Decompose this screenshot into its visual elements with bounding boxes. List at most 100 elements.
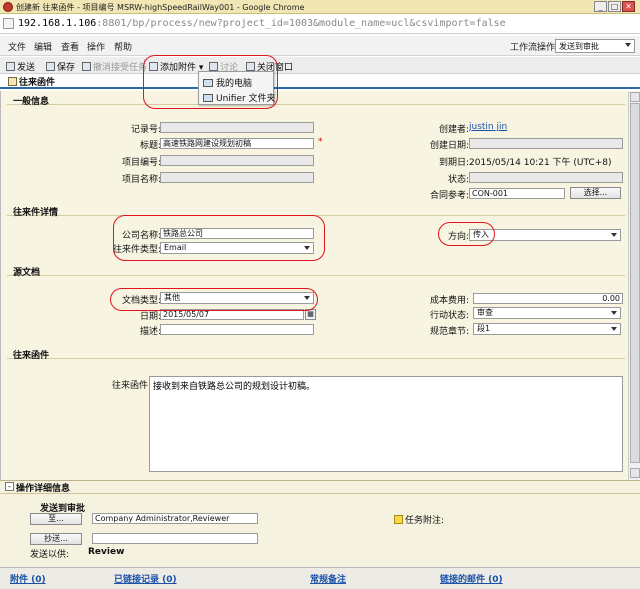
panel-divider — [0, 493, 640, 494]
project-no-label: 项目编号: — [121, 158, 161, 168]
cc-field[interactable] — [92, 533, 258, 544]
spec-select[interactable]: 段1 — [473, 323, 621, 335]
toolbar-divider — [144, 59, 145, 72]
chevron-down-icon — [611, 311, 617, 315]
note-icon — [394, 515, 403, 524]
cancel-task-button[interactable]: 撤消接受任务 — [82, 60, 147, 73]
task-note[interactable]: 任务附注: — [394, 513, 444, 526]
action-status-select[interactable]: 审查 — [473, 307, 621, 319]
direction-label: 方向: — [447, 232, 469, 242]
linked-records-link[interactable]: 已链接记录 (0) — [114, 572, 177, 585]
title-field[interactable]: 高速铁路网建设规划初稿 — [160, 138, 314, 149]
source-doc-section: 源文档 文档类型: 其他 日期: 2015/05/07 ▦ 描述: 成本费用: … — [7, 268, 625, 341]
add-attachment-button[interactable]: 添加附件 ▾ — [149, 60, 203, 73]
chevron-down-icon — [625, 43, 631, 47]
discussion-icon — [209, 62, 218, 71]
menu-edit[interactable]: 编辑 — [34, 40, 52, 53]
title-label: 标题: — [139, 141, 161, 151]
detail-header: 往来件详情 — [13, 208, 59, 218]
cc-button[interactable]: 抄送... — [30, 533, 82, 545]
folder-icon — [8, 77, 17, 86]
company-field[interactable]: 铁路总公司 — [160, 228, 314, 239]
close-icon[interactable]: ✕ — [622, 1, 635, 12]
menu-view[interactable]: 查看 — [61, 40, 79, 53]
letter-label: 往来函件: — [111, 381, 151, 391]
minimize-icon[interactable]: _ — [594, 1, 607, 12]
doctype-label: 文档类型: — [121, 296, 161, 306]
company-label: 公司名称: — [121, 231, 161, 241]
form-content: 一般信息 记录号: 标题: 高速铁路网建设规划初稿 * 项目编号: 项目名称: … — [0, 91, 628, 480]
toolbar: 发送 保存 撤消接受任务 添加附件 ▾ 讨论 关闭窗口 — [0, 57, 640, 74]
task-note-label: 任务附注: — [405, 516, 445, 526]
paperclip-icon — [149, 62, 158, 71]
attachment-menu-popup: 我的电脑 Unifier 文件夹 — [198, 71, 276, 105]
popup-item-my-computer[interactable]: 我的电脑 — [203, 76, 252, 89]
popup-item-label: 我的电脑 — [216, 79, 253, 89]
type-select[interactable]: Email — [160, 242, 314, 254]
scroll-up-icon[interactable] — [630, 92, 640, 102]
date-label: 日期: — [139, 312, 161, 322]
popup-item-unifier-folder[interactable]: Unifier 文件夹 — [203, 91, 276, 104]
menu-actions[interactable]: 操作 — [87, 40, 105, 53]
letter-section: 往来函件 往来函件: 接收到来自铁路总公司的规划设计初稿。 — [7, 351, 625, 476]
project-name-label: 项目名称: — [121, 175, 161, 185]
url-rest: :8801/bp/process/new?project_id=1003&mod… — [96, 18, 506, 29]
chevron-down-icon — [611, 233, 617, 237]
calendar-icon[interactable]: ▦ — [305, 309, 316, 320]
general-notes-link[interactable]: 常规备注 — [310, 572, 346, 585]
sent-for-value: Review — [88, 547, 125, 557]
cost-label: 成本费用: — [429, 296, 469, 306]
chevron-down-icon — [304, 296, 310, 300]
doctype-value: 其他 — [164, 293, 180, 302]
collapse-toggle-icon[interactable]: - — [5, 482, 14, 491]
status-label: 状态: — [447, 175, 469, 185]
maximize-icon[interactable]: □ — [608, 1, 621, 12]
chevron-down-icon — [304, 246, 310, 250]
date-field[interactable]: 2015/05/07 — [160, 309, 304, 320]
scroll-down-icon[interactable] — [630, 468, 640, 478]
workflow-action-select[interactable]: 发送到审批 — [555, 39, 635, 53]
due-date-label: 到期日: — [438, 158, 469, 168]
bottom-links-bar: 附件 (0) 已链接记录 (0) 常规备注 链接的邮件 (0) — [0, 567, 640, 589]
type-value: Email — [164, 243, 187, 252]
save-button[interactable]: 保存 — [46, 60, 75, 73]
direction-select[interactable]: 传入 — [469, 229, 621, 241]
chevron-down-icon — [611, 327, 617, 331]
url-text[interactable]: 192.168.1.106:8801/bp/process/new?projec… — [18, 18, 506, 29]
contract-field[interactable]: CON-001 — [469, 188, 565, 199]
creator-label: 创建者: — [438, 125, 469, 135]
project-no-field — [160, 155, 314, 166]
spec-value: 段1 — [477, 324, 491, 333]
create-date-field — [469, 138, 623, 149]
cancel-task-label: 撤消接受任务 — [93, 63, 148, 73]
menu-file[interactable]: 文件 — [8, 40, 26, 53]
add-attachment-label: 添加附件 — [160, 63, 197, 73]
doctype-select[interactable]: 其他 — [160, 292, 314, 304]
to-field[interactable]: Company Administrator,Reviewer — [92, 513, 258, 524]
address-bar[interactable]: 192.168.1.106:8801/bp/process/new?projec… — [0, 14, 640, 34]
action-status-value: 审查 — [477, 308, 493, 317]
to-button[interactable]: 至... — [30, 513, 82, 525]
direction-value: 传入 — [473, 230, 489, 239]
scroll-thumb[interactable] — [630, 103, 640, 463]
tab-correspondence[interactable]: 往来函件 — [4, 75, 59, 89]
menu-bar: 文件 编辑 查看 操作 帮助 工作流操作 发送到审批 — [0, 36, 640, 56]
desc-label: 描述: — [139, 327, 161, 337]
linked-mail-link[interactable]: 链接的邮件 (0) — [440, 572, 503, 585]
save-label: 保存 — [57, 63, 76, 73]
record-no-field — [160, 122, 314, 133]
close-window-icon — [246, 62, 255, 71]
send-button[interactable]: 发送 — [6, 60, 35, 73]
vertical-scrollbar[interactable] — [628, 91, 640, 480]
letter-textarea[interactable]: 接收到来自铁路总公司的规划设计初稿。 — [149, 376, 623, 472]
workflow-action-value: 发送到审批 — [559, 42, 599, 51]
menu-help[interactable]: 帮助 — [114, 40, 132, 53]
send-icon — [6, 62, 15, 71]
cost-field[interactable]: 0.00 — [473, 293, 623, 304]
desc-field[interactable] — [160, 324, 314, 335]
select-contract-button[interactable]: 选择... — [570, 187, 621, 199]
url-host: 192.168.1.106 — [18, 18, 97, 29]
creator-link[interactable]: justin jin — [469, 122, 507, 132]
attachments-link[interactable]: 附件 (0) — [10, 572, 46, 585]
tab-row: 往来函件 — [0, 74, 640, 89]
